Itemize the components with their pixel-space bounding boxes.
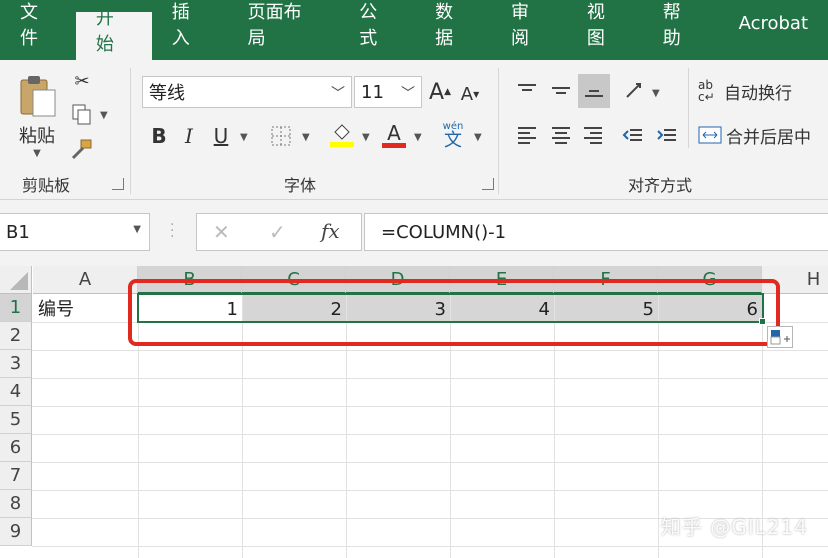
- merge-label: 合并后居中: [726, 127, 811, 148]
- align-middle-icon[interactable]: [546, 76, 576, 106]
- bold-button[interactable]: B: [146, 122, 172, 150]
- row-header-7[interactable]: 7: [0, 462, 32, 490]
- font-color-icon[interactable]: A: [380, 120, 408, 150]
- wrap-text-icon: ab c↵: [698, 78, 715, 104]
- tab-data[interactable]: 数据: [415, 0, 491, 49]
- formula-buttons: ✕ ✓ fx: [196, 213, 362, 251]
- shrink-font-button[interactable]: A ▼: [458, 80, 482, 108]
- orientation-icon[interactable]: [620, 76, 650, 106]
- row-header-6[interactable]: 6: [0, 434, 32, 462]
- name-box[interactable]: B1 ▼: [0, 213, 150, 251]
- tab-insert[interactable]: 插入: [152, 0, 228, 49]
- alignment-group-label: 对齐方式: [628, 176, 693, 195]
- decrease-indent-icon[interactable]: [618, 120, 648, 150]
- enter-icon[interactable]: ✓: [269, 220, 286, 244]
- insert-function-icon[interactable]: fx: [321, 219, 340, 243]
- format-painter-icon[interactable]: [68, 136, 96, 162]
- cell-a1[interactable]: 编号: [34, 294, 138, 322]
- fill-color-icon[interactable]: [328, 120, 356, 150]
- increase-indent-icon[interactable]: [652, 120, 682, 150]
- row-header-3[interactable]: 3: [0, 350, 32, 378]
- cut-icon[interactable]: ✂: [68, 68, 96, 94]
- tab-home[interactable]: 开始: [75, 8, 152, 60]
- merge-center-button[interactable]: 合并后居中: [698, 120, 824, 150]
- align-top-icon[interactable]: [512, 76, 542, 106]
- align-center-icon[interactable]: [546, 120, 576, 150]
- clipboard-group-label: 剪贴板: [22, 176, 71, 195]
- tab-review[interactable]: 审阅: [491, 0, 567, 49]
- highlight-annotation: [128, 279, 780, 346]
- italic-button[interactable]: I: [176, 122, 202, 150]
- underline-button[interactable]: U: [208, 122, 234, 150]
- copy-icon[interactable]: [68, 102, 96, 128]
- paste-label: 粘贴: [19, 125, 55, 147]
- chevron-down-icon: ▼: [133, 224, 141, 235]
- paste-button[interactable]: 粘贴 ▼: [12, 68, 62, 164]
- grow-font-button[interactable]: A ▲: [428, 78, 452, 106]
- wrap-text-label: 自动换行: [724, 83, 792, 104]
- tab-file[interactable]: 文件: [0, 0, 76, 49]
- borders-icon[interactable]: [268, 122, 294, 150]
- font-group-label: 字体: [284, 176, 317, 195]
- select-all-button[interactable]: [0, 266, 32, 294]
- watermark: 知乎 @GIL214: [660, 515, 808, 539]
- tab-page-layout[interactable]: 页面布局: [228, 0, 340, 49]
- align-left-icon[interactable]: [512, 120, 542, 150]
- row-header-5[interactable]: 5: [0, 406, 32, 434]
- cancel-icon[interactable]: ✕: [213, 220, 230, 244]
- chevron-down-icon: ﹀: [331, 86, 345, 102]
- font-launcher[interactable]: [482, 178, 494, 190]
- merge-icon: [698, 126, 722, 144]
- ribbon-tab-bar: 文件 开始 插入 页面布局 公式 数据 审阅 视图 帮助 Acrobat: [0, 0, 828, 60]
- row-header-9[interactable]: 9: [0, 518, 32, 546]
- tab-formulas[interactable]: 公式: [339, 0, 415, 49]
- align-bottom-icon[interactable]: [578, 74, 610, 108]
- formula-input[interactable]: =COLUMN()-1: [364, 213, 828, 251]
- quick-analysis-button[interactable]: [767, 326, 793, 348]
- chevron-down-icon: ﹀: [401, 86, 415, 102]
- wrap-text-button[interactable]: ab c↵ 自动换行: [698, 76, 802, 106]
- clipboard-launcher[interactable]: [112, 178, 124, 190]
- ribbon-home: 粘贴 ▼ ✂ ▼ 剪贴板 等线 ﹀ 11 ﹀ A ▲ A ▼ B I U ▼ ▼ ▼…: [0, 60, 828, 200]
- worksheet-grid: A B C D E F G H 1 2 3 4 5 6 7 8 9 编号 1 2…: [0, 266, 828, 558]
- formula-bar: B1 ▼ · · · ✕ ✓ fx =COLUMN()-1: [0, 200, 828, 266]
- tab-view[interactable]: 视图: [567, 0, 643, 49]
- row-header-8[interactable]: 8: [0, 490, 32, 518]
- font-size-select[interactable]: 11 ﹀: [354, 76, 422, 108]
- row-header-4[interactable]: 4: [0, 378, 32, 406]
- font-name-value: 等线: [149, 83, 185, 104]
- clipboard-icon: [20, 75, 56, 116]
- phonetic-guide-icon[interactable]: wén 文: [438, 120, 468, 152]
- quick-analysis-icon: [770, 330, 790, 345]
- formula-bar-grip[interactable]: · · ·: [170, 218, 174, 244]
- row-header-2[interactable]: 2: [0, 322, 32, 350]
- font-size-value: 11: [361, 81, 384, 103]
- column-header-a[interactable]: A: [33, 266, 138, 294]
- row-header-1[interactable]: 1: [0, 294, 32, 322]
- font-name-select[interactable]: 等线 ﹀: [142, 76, 352, 108]
- tab-acrobat[interactable]: Acrobat: [719, 0, 828, 47]
- align-right-icon[interactable]: [578, 120, 608, 150]
- tab-help[interactable]: 帮助: [643, 0, 719, 49]
